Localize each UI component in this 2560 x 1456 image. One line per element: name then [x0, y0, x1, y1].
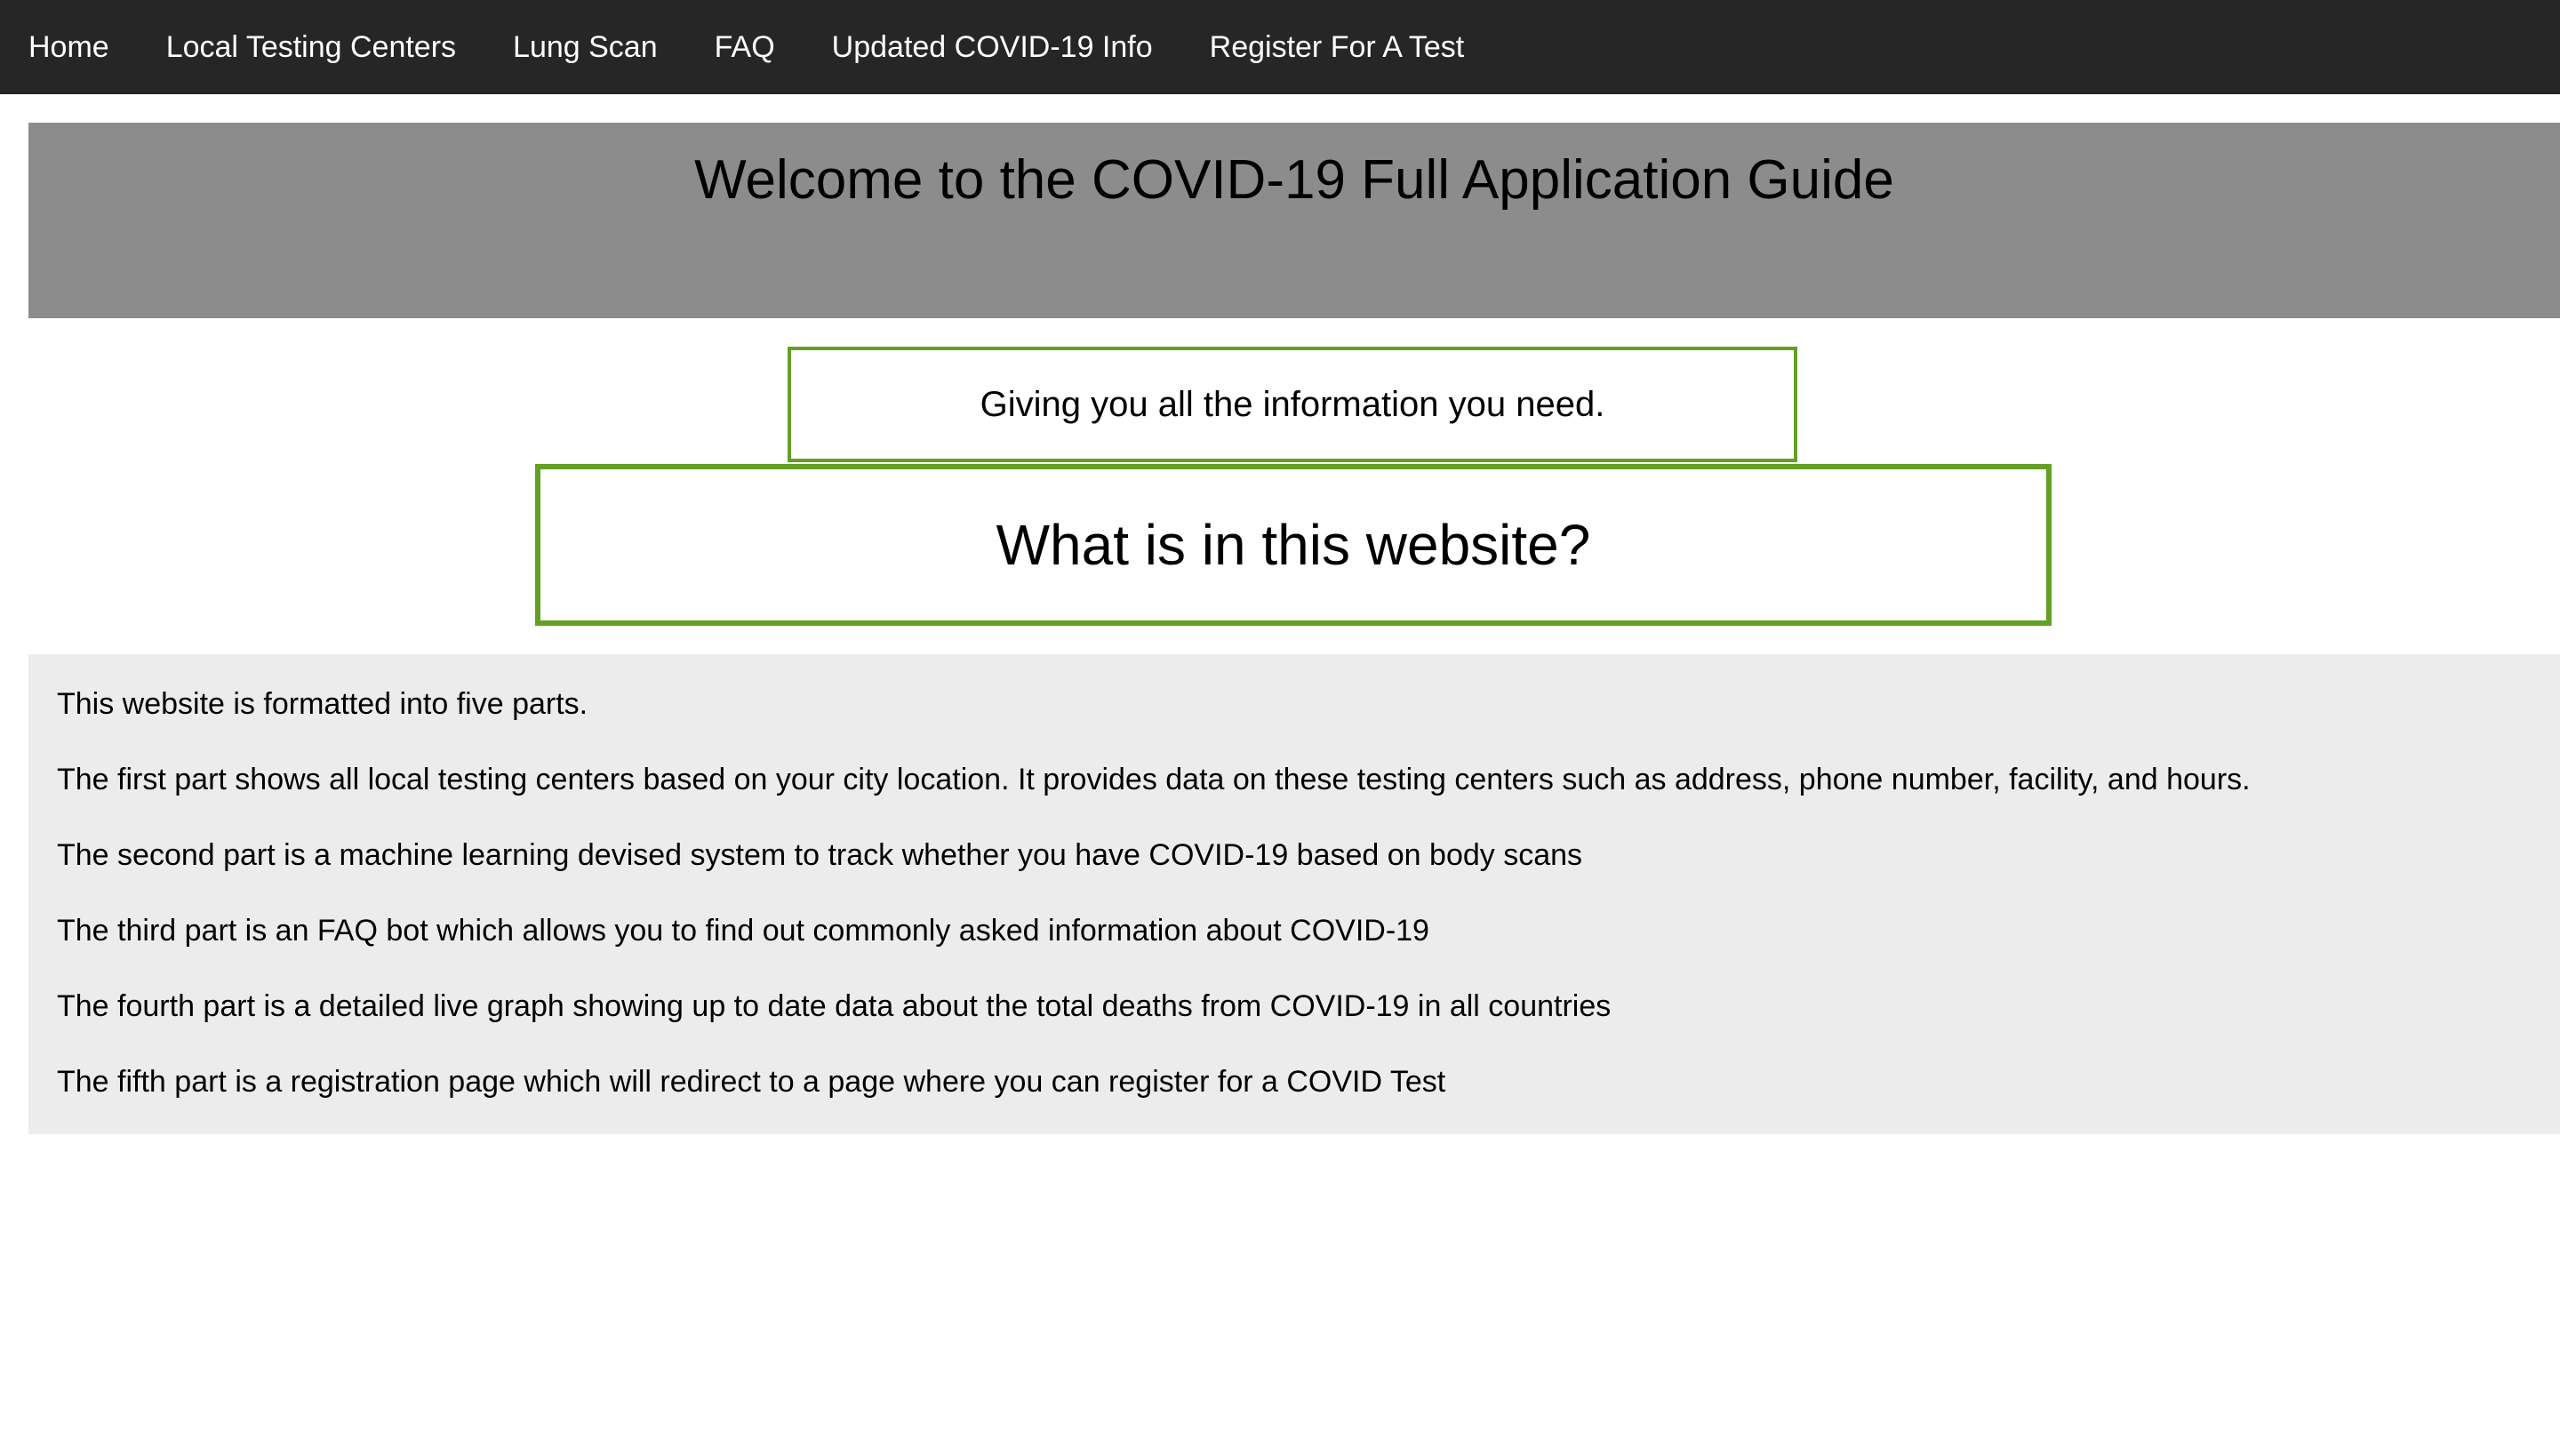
info-paragraph-fifth-part: The fifth part is a registration page wh… [57, 1065, 1446, 1099]
info-paragraph-fourth-part: The fourth part is a detailed live graph… [57, 989, 1612, 1023]
section-heading-box: What is in this website? [535, 464, 2052, 626]
welcome-banner: Welcome to the COVID-19 Full Application… [28, 123, 2560, 318]
info-paragraph-second-part: The second part is a machine learning de… [57, 838, 1583, 872]
nav-link-register-for-test[interactable]: Register For A Test [1181, 0, 1493, 94]
page-title: Welcome to the COVID-19 Full Application… [694, 149, 1894, 211]
section-heading: What is in this website? [996, 513, 1591, 577]
nav-link-home[interactable]: Home [0, 0, 138, 94]
tagline-text: Giving you all the information you need. [980, 384, 1605, 424]
info-paragraph-third-part: The third part is an FAQ bot which allow… [57, 914, 1429, 948]
tagline-box: Giving you all the information you need. [788, 347, 1797, 462]
nav-link-updated-covid-info[interactable]: Updated COVID-19 Info [804, 0, 1181, 94]
nav-link-local-testing-centers[interactable]: Local Testing Centers [138, 0, 484, 94]
nav-link-faq[interactable]: FAQ [686, 0, 804, 94]
info-paragraph-first-part: The first part shows all local testing c… [57, 763, 2251, 796]
info-panel: This website is formatted into five part… [28, 654, 2560, 1134]
info-paragraph-intro: This website is formatted into five part… [57, 687, 588, 721]
nav-link-lung-scan[interactable]: Lung Scan [484, 0, 686, 94]
top-navigation-bar: Home Local Testing Centers Lung Scan FAQ… [0, 0, 2560, 94]
